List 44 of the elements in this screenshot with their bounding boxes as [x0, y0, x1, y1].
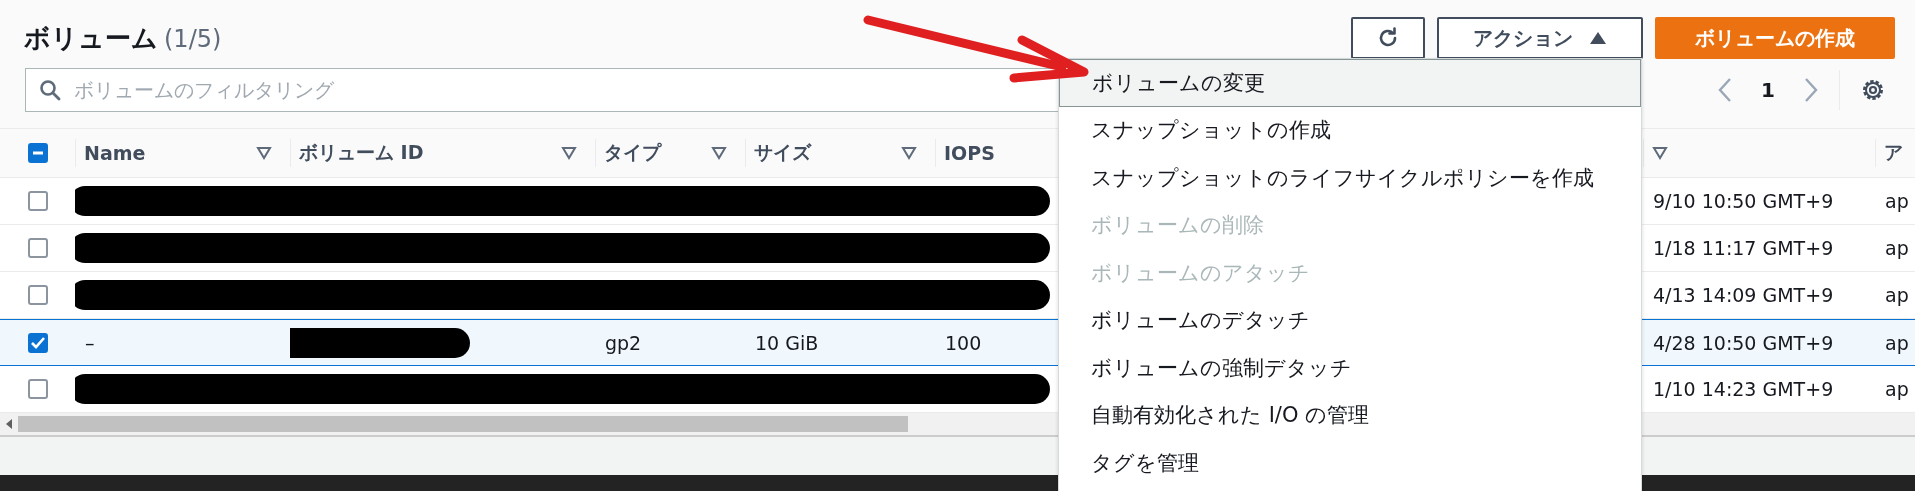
- sort-icon[interactable]: [561, 146, 577, 160]
- table-cell: 4/13 14:09 GMT+9: [1653, 284, 1834, 306]
- column-header[interactable]: Name: [84, 142, 146, 164]
- table-cell: –: [85, 331, 95, 354]
- column-header[interactable]: ボリューム ID: [299, 140, 424, 166]
- sort-icon[interactable]: [1652, 146, 1668, 160]
- menu-item[interactable]: ボリュームの変更: [1059, 59, 1641, 107]
- table-cell: 100: [945, 331, 982, 354]
- row-checkbox[interactable]: [27, 379, 48, 399]
- table-cell: ap: [1885, 237, 1909, 259]
- sort-icon[interactable]: [901, 146, 917, 160]
- sort-icon[interactable]: [711, 146, 727, 160]
- column-header[interactable]: ア: [1884, 140, 1903, 166]
- row-checkbox[interactable]: [27, 332, 48, 353]
- column-header[interactable]: タイプ: [604, 140, 661, 166]
- item-count: (1/5): [164, 24, 222, 53]
- actions-button[interactable]: アクション: [1437, 17, 1643, 59]
- caret-icon: [1589, 31, 1607, 45]
- page-number[interactable]: 1: [1761, 78, 1775, 102]
- table-cell: 9/10 10:50 GMT+9: [1653, 190, 1834, 212]
- refresh-button[interactable]: [1351, 17, 1425, 59]
- row-checkbox[interactable]: [27, 238, 48, 258]
- table-cell: 10 GiB: [755, 331, 819, 354]
- menu-item[interactable]: タグを管理: [1059, 439, 1641, 487]
- settings-icon[interactable]: [1860, 77, 1886, 103]
- scroll-left-icon[interactable]: [4, 418, 14, 430]
- scrollbar-thumb[interactable]: [18, 416, 908, 432]
- check-icon: [29, 335, 46, 350]
- search-icon: [39, 79, 61, 101]
- table-cell: ap: [1885, 331, 1909, 354]
- table-cell: 1/18 11:17 GMT+9: [1653, 237, 1834, 259]
- row-checkbox[interactable]: [27, 191, 48, 211]
- table-cell: ap: [1885, 190, 1909, 212]
- table-cell: 4/28 10:50 GMT+9: [1653, 331, 1834, 354]
- column-header[interactable]: サイズ: [754, 140, 811, 166]
- table-cell: gp2: [605, 331, 642, 354]
- select-all-checkbox[interactable]: [27, 143, 48, 163]
- sort-icon[interactable]: [256, 146, 272, 160]
- table-cell: 1/10 14:23 GMT+9: [1653, 378, 1834, 400]
- column-header[interactable]: IOPS: [944, 142, 995, 164]
- table-cell: ap: [1885, 378, 1909, 400]
- page-title: ボリューム: [24, 22, 158, 53]
- row-checkbox[interactable]: [27, 285, 48, 305]
- table-cell: ap: [1885, 284, 1909, 306]
